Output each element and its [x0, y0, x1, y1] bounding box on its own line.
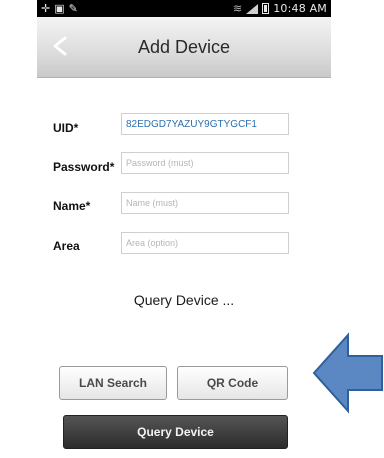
name-field[interactable]	[121, 192, 289, 214]
uid-field[interactable]	[121, 113, 289, 135]
qr-code-button[interactable]: QR Code	[177, 366, 288, 400]
password-field[interactable]	[121, 152, 289, 174]
page-title: Add Device	[137, 37, 231, 57]
usb-icon: ✛	[41, 2, 51, 15]
status-icons-right: ≋ 10:48 AM	[233, 0, 327, 17]
password-label: Password*	[53, 160, 115, 174]
area-label: Area	[53, 239, 80, 253]
gallery-icon: ▣	[54, 2, 65, 15]
area-field[interactable]	[121, 232, 289, 254]
edit-icon: ✎	[68, 2, 78, 15]
battery-icon	[262, 3, 270, 14]
status-time: 10:48 AM	[273, 2, 327, 15]
name-label: Name*	[53, 199, 91, 213]
signal-icon	[246, 3, 259, 14]
query-status-text: Query Device ...	[133, 292, 235, 308]
phone-screen: ✛ ▣ ✎ ≋ 10:48 AM Add Device UID* Passwor…	[37, 0, 331, 458]
status-icons-left: ✛ ▣ ✎	[41, 0, 78, 17]
title-bar: Add Device	[37, 17, 331, 78]
wifi-icon: ≋	[232, 2, 243, 15]
status-bar: ✛ ▣ ✎ ≋ 10:48 AM	[37, 0, 331, 17]
query-device-button[interactable]: Query Device	[63, 415, 288, 449]
uid-label: UID*	[53, 121, 79, 135]
lan-search-button[interactable]: LAN Search	[59, 366, 167, 400]
left-arrow-icon	[312, 332, 383, 414]
